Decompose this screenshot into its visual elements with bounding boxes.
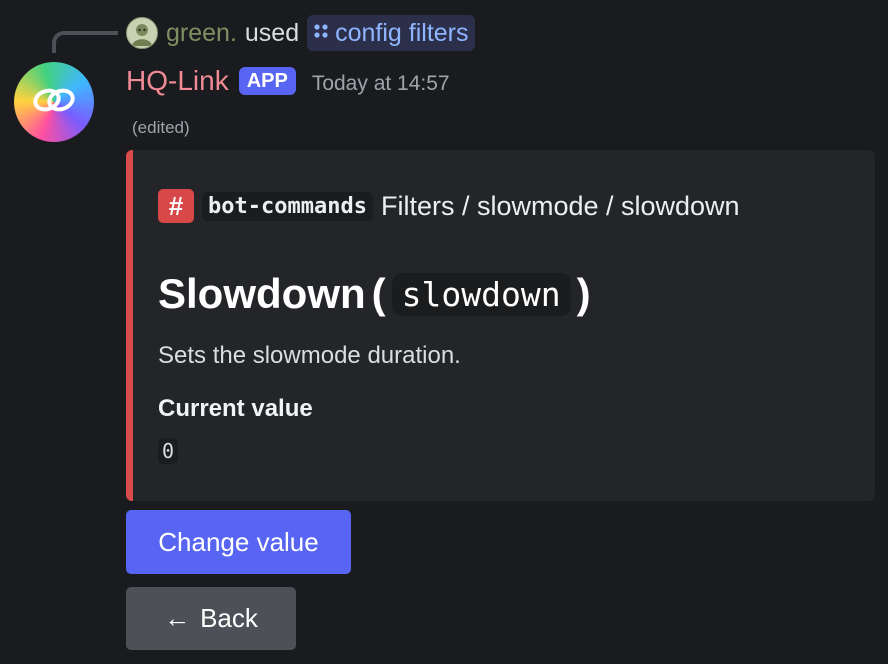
slash-command-name: config filters (335, 18, 469, 47)
embed-title-close-paren: ) (576, 270, 591, 317)
config-path-text: Filters / slowmode / slowdown (380, 190, 740, 221)
reply-used-text: used (244, 18, 300, 47)
channel-hash-icon: # (158, 189, 194, 223)
app-badge: APP (238, 67, 296, 95)
field-value-code: 0 (158, 438, 179, 464)
discord-message-view: green. used config filters HQ-Link APP T… (0, 0, 888, 664)
back-button[interactable]: ← Back (126, 587, 296, 650)
embed-title-text: Slowdown (158, 270, 366, 317)
back-arrow-icon: ← (164, 603, 191, 633)
command-reply-context[interactable]: green. used config filters (126, 15, 475, 51)
slash-command-chip[interactable]: config filters (307, 15, 475, 51)
reply-connector-line (52, 31, 118, 53)
slash-command-icon (313, 22, 329, 45)
bot-avatar[interactable] (14, 62, 94, 142)
embed-title-code: slowdown (391, 272, 571, 316)
message-header: HQ-Link APP Today at 14:57 (126, 62, 450, 100)
embed-title-open-paren: ( (371, 270, 386, 317)
embed-card: # bot-commands Filters / slowmode / slow… (126, 150, 875, 501)
user-avatar-icon[interactable] (126, 17, 158, 49)
reply-username[interactable]: green. (166, 19, 237, 48)
change-value-label: Change value (158, 526, 319, 557)
chain-link-icon (31, 85, 77, 120)
change-value-button[interactable]: Change value (126, 510, 351, 574)
back-label: Back (200, 603, 258, 633)
bot-username[interactable]: HQ-Link (126, 65, 229, 97)
embed-author-path: # bot-commands Filters / slowmode / slow… (158, 188, 740, 224)
field-name: Current value (158, 395, 313, 422)
edited-label: (edited) (132, 118, 190, 137)
embed-description: Sets the slowmode duration. (158, 342, 461, 369)
message-timestamp: Today at 14:57 (311, 72, 450, 95)
channel-name-code: bot-commands (202, 191, 373, 221)
embed-title: Slowdown ( slowdown ) (158, 266, 591, 322)
